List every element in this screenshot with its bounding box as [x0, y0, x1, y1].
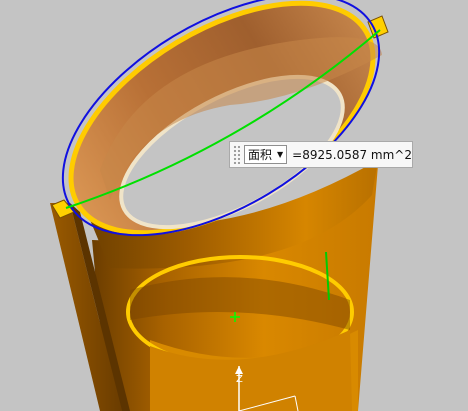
chevron-down-icon: ▼: [277, 150, 284, 159]
cad-viewport[interactable]: Z: [0, 0, 468, 411]
corner-block-right: [367, 15, 389, 39]
measure-type-dropdown[interactable]: 面积 ▼: [244, 145, 288, 164]
grip-icon[interactable]: [233, 145, 241, 164]
measure-value: =8925.0587 mm^2: [292, 147, 412, 162]
measure-type-label: 面积: [248, 148, 273, 162]
measurement-readout: 面积 ▼ =8925.0587 mm^2: [229, 141, 413, 168]
axis-z-label: Z: [236, 374, 243, 385]
